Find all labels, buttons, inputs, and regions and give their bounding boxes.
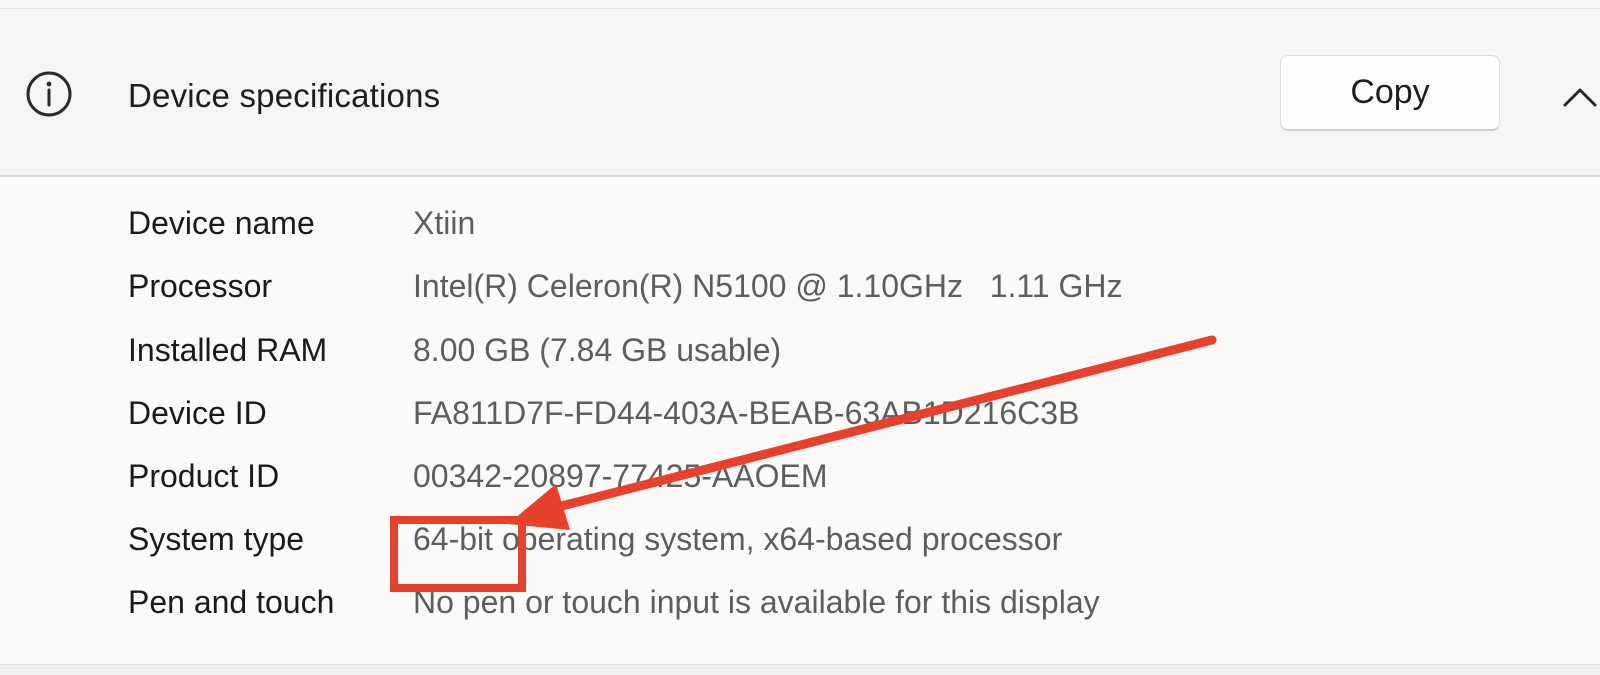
- spec-value: 64-bit operating system, x64-based proce…: [413, 521, 1063, 557]
- spec-row-product-id: Product ID 00342-20897-77425-AAOEM: [0, 446, 1600, 510]
- top-divider: [0, 0, 1600, 9]
- spec-value: 00342-20897-77425-AAOEM: [413, 458, 828, 494]
- spec-row-device-id: Device ID FA811D7F-FD44-403A-BEAB-63AB1D…: [0, 383, 1600, 447]
- spec-value: Xtiin: [413, 205, 476, 241]
- spec-label: Installed RAM: [128, 332, 328, 368]
- spec-label: Pen and touch: [128, 584, 335, 620]
- spec-row-pen-and-touch: Pen and touch No pen or touch input is a…: [0, 572, 1600, 636]
- spec-value: Intel(R) Celeron(R) N5100 @ 1.10GHz 1.11…: [413, 268, 1123, 304]
- spec-value: 8.00 GB (7.84 GB usable): [413, 332, 782, 368]
- spec-label: Device name: [128, 205, 315, 241]
- specifications-list: Device name Xtiin Processor Intel(R) Cel…: [0, 177, 1600, 665]
- spec-label: System type: [128, 521, 305, 557]
- spec-label: Product ID: [128, 458, 280, 494]
- spec-row-device-name: Device name Xtiin: [0, 193, 1600, 257]
- section-title: Device specifications: [128, 77, 441, 114]
- spec-value: No pen or touch input is available for t…: [413, 584, 1100, 620]
- device-specifications-header[interactable]: Device specifications Copy: [0, 9, 1600, 177]
- spec-value: FA811D7F-FD44-403A-BEAB-63AB1D216C3B: [413, 395, 1080, 431]
- chevron-up-icon[interactable]: [1562, 85, 1598, 109]
- info-icon: [26, 71, 72, 117]
- spec-row-system-type: System type 64-bit operating system, x64…: [0, 509, 1600, 573]
- spec-row-installed-ram: Installed RAM 8.00 GB (7.84 GB usable): [0, 320, 1600, 384]
- spec-label: Device ID: [128, 395, 267, 431]
- settings-page: Device specifications Copy Device name X…: [0, 0, 1600, 675]
- spec-row-processor: Processor Intel(R) Celeron(R) N5100 @ 1.…: [0, 256, 1600, 320]
- copy-button[interactable]: Copy: [1280, 55, 1500, 131]
- spec-label: Processor: [128, 268, 273, 304]
